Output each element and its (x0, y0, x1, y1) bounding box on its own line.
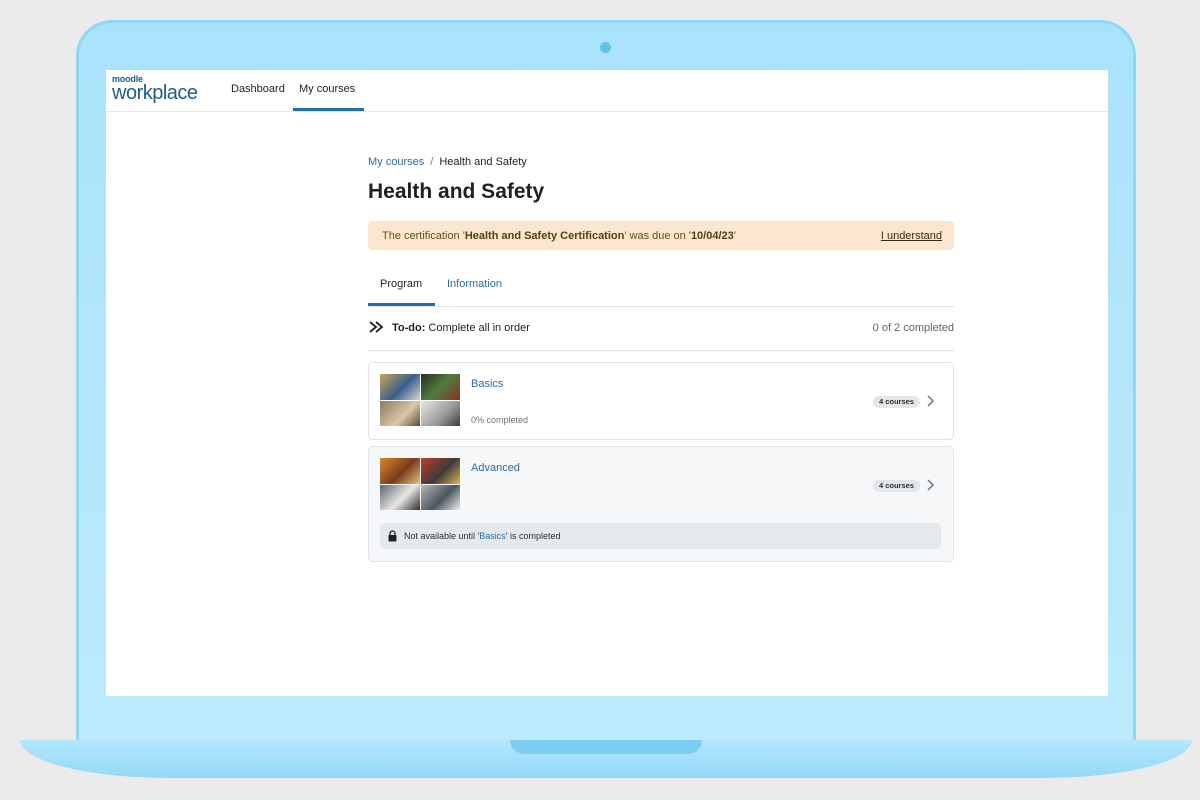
todo-progress: 0 of 2 completed (872, 322, 954, 334)
availability-restriction: Not available until 'Basics' is complete… (380, 523, 941, 549)
restriction-suffix: ' is completed (505, 531, 561, 541)
todo-row: To-do: Complete all in order 0 of 2 compl… (368, 320, 954, 351)
laptop-notch (510, 740, 702, 754)
thumb-tile (380, 458, 420, 484)
thumb-tile (380, 484, 420, 510)
double-chevron-right-icon (369, 321, 384, 333)
nav-dashboard[interactable]: Dashboard (231, 83, 285, 95)
thumb-tile (380, 400, 420, 426)
restriction-text: Not available until 'Basics' is complete… (404, 531, 561, 541)
screen: moodle workplace Dashboard My courses My… (106, 70, 1108, 696)
course-set-name[interactable]: Basics (471, 378, 503, 390)
breadcrumb: My courses / Health and Safety (368, 156, 527, 168)
alert-cert-name: Health and Safety Certification (464, 230, 625, 242)
alert-middle: ' was due on ' (624, 230, 691, 242)
alert-message: The certification 'Health and Safety Cer… (382, 230, 736, 242)
course-set-thumbnail (380, 374, 460, 426)
top-navbar: moodle workplace Dashboard My courses (106, 70, 1108, 112)
course-set-card-basics[interactable]: Basics 0% completed 4 courses (368, 362, 954, 440)
tab-information[interactable]: Information (447, 278, 502, 290)
course-set-completion: 0% completed (471, 415, 529, 425)
restriction-basics-link[interactable]: Basics (479, 531, 506, 541)
course-set-thumbnail (380, 458, 460, 510)
chevron-right-icon[interactable] (926, 478, 936, 492)
thumb-tile (420, 484, 460, 510)
breadcrumb-current: Health and Safety (439, 156, 527, 168)
course-count-badge: 4 courses (872, 480, 920, 492)
tab-program[interactable]: Program (380, 278, 422, 290)
nav-active-indicator (293, 108, 364, 111)
certification-alert: The certification 'Health and Safety Cer… (368, 221, 954, 250)
tab-bar: Program Information (368, 266, 954, 307)
lock-icon (388, 530, 397, 542)
breadcrumb-my-courses[interactable]: My courses (368, 156, 424, 168)
camera-dot (600, 42, 611, 53)
thumb-tile (380, 374, 420, 400)
active-tab-indicator (368, 303, 435, 306)
thumb-tile (420, 458, 460, 484)
alert-prefix: The certification ' (382, 230, 465, 242)
todo-prefix: To-do: (392, 322, 426, 334)
logo-big-text: workplace (112, 82, 198, 104)
restriction-prefix: Not available until ' (404, 531, 480, 541)
alert-suffix: ' (733, 230, 736, 242)
todo-label: To-do: Complete all in order (392, 322, 530, 334)
chevron-right-icon[interactable] (926, 394, 936, 408)
i-understand-link[interactable]: I understand (881, 230, 942, 242)
breadcrumb-separator: / (430, 156, 434, 168)
page-title: Health and Safety (368, 180, 545, 203)
todo-text: Complete all in order (428, 322, 530, 334)
thumb-tile (420, 400, 460, 426)
nav-my-courses[interactable]: My courses (299, 83, 355, 95)
course-set-name[interactable]: Advanced (471, 462, 520, 474)
alert-due-date: 10/04/23 (690, 230, 734, 242)
thumb-tile (420, 374, 460, 400)
course-set-card-advanced[interactable]: Advanced 4 courses Not available until '… (368, 446, 954, 562)
course-count-badge: 4 courses (872, 396, 920, 408)
moodle-workplace-logo[interactable]: moodle workplace (112, 75, 198, 104)
